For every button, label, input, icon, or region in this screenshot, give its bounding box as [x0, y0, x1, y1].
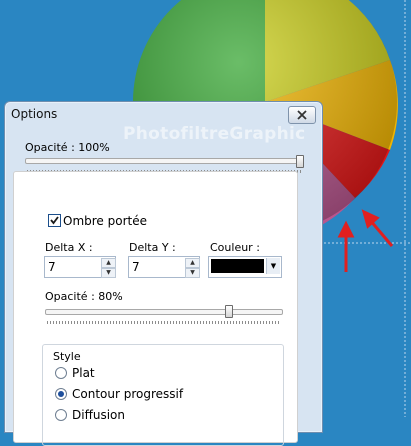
delta-y-down-button[interactable]: ▼ [185, 268, 200, 278]
color-swatch [211, 259, 264, 273]
radio-contour-progressif-label: Contour progressif [72, 387, 184, 401]
chevron-down-icon[interactable]: ▼ [266, 258, 280, 274]
shadow-opacity-label: Opacité : 80% [45, 290, 123, 303]
style-group: Style Plat Contour progressif Diffusion [42, 344, 284, 446]
delta-y-label: Delta Y : [129, 241, 176, 254]
delta-y-value: 7 [132, 260, 140, 274]
opacity-slider-thumb[interactable] [296, 155, 304, 168]
dialog-title: Options [11, 107, 58, 121]
watermark: PhotofiltreGraphic [123, 124, 306, 144]
color-picker[interactable]: ▼ [208, 256, 282, 278]
radio-contour-progressif[interactable] [55, 388, 67, 400]
radio-diffusion-label: Diffusion [72, 408, 125, 422]
delta-x-down-button[interactable]: ▼ [101, 268, 116, 278]
delta-x-up-button[interactable]: ▲ [101, 258, 116, 268]
close-button[interactable] [288, 106, 316, 124]
options-dialog: Options PhotofiltreGraphic Opacité : 100… [4, 101, 323, 446]
close-icon [297, 110, 307, 120]
shadow-opacity-slider-thumb[interactable] [225, 305, 233, 318]
color-label: Couleur : [210, 241, 260, 254]
delta-x-label: Delta X : [45, 241, 93, 254]
radio-plat[interactable] [55, 367, 67, 379]
delta-y-stepper[interactable]: 7 ▲ ▼ [128, 256, 200, 278]
shadow-opacity-slider-track[interactable] [45, 309, 283, 315]
opacity-slider-track[interactable] [25, 158, 303, 164]
radio-diffusion[interactable] [55, 409, 67, 421]
radio-plat-label: Plat [72, 366, 95, 380]
shadow-panel: Ombre portée Delta X : 7 ▲ ▼ Delta Y : 7 … [13, 171, 298, 446]
style-group-label: Style [53, 350, 81, 363]
shadow-opacity-slider-ticks [47, 321, 281, 324]
delta-x-stepper[interactable]: 7 ▲ ▼ [44, 256, 116, 278]
opacity-label: Opacité : 100% [25, 141, 110, 154]
delta-x-value: 7 [48, 260, 56, 274]
shadow-checkbox[interactable] [48, 214, 61, 227]
shadow-checkbox-label: Ombre portée [63, 214, 147, 228]
delta-y-up-button[interactable]: ▲ [185, 258, 200, 268]
checkmark-icon [50, 216, 59, 225]
